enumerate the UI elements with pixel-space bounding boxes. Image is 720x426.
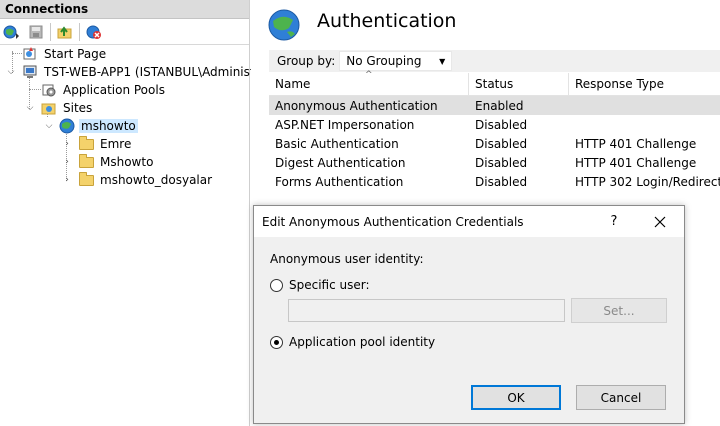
start-page-icon <box>22 46 38 62</box>
tree-item-site-mshowto[interactable]: mshowto <box>59 117 138 135</box>
disconnect-icon[interactable] <box>84 22 104 42</box>
connections-toolbar <box>0 19 249 45</box>
tree-item-folder[interactable]: Mshowto <box>78 153 155 171</box>
tree-item-folder[interactable]: mshowto_dosyalar <box>78 171 214 189</box>
cancel-button[interactable]: Cancel <box>576 385 666 410</box>
folder-icon <box>78 171 94 188</box>
toolbar-separator <box>79 22 80 41</box>
table-row[interactable]: Digest Authentication Disabled HTTP 401 … <box>269 153 720 172</box>
chevron-right-icon[interactable]: › <box>62 139 72 149</box>
grid-header: ^ Name Status Response Type <box>269 70 720 96</box>
group-by-select[interactable]: No Grouping ▼ <box>339 51 453 71</box>
column-header-response-type[interactable]: Response Type <box>569 73 720 95</box>
specific-user-radio[interactable] <box>270 278 283 292</box>
chevron-right-icon[interactable]: › <box>62 175 72 185</box>
identity-label: Anonymous user identity: <box>270 252 424 266</box>
group-by-bar: Group by: No Grouping ▼ <box>269 50 720 72</box>
tree-item-start-page[interactable]: Start Page <box>22 45 108 63</box>
toolbar-separator <box>50 22 51 41</box>
globe-icon <box>59 118 75 134</box>
ok-button[interactable]: OK <box>471 385 561 410</box>
chevron-right-icon[interactable]: › <box>62 157 72 167</box>
specific-user-input[interactable] <box>288 299 565 322</box>
group-by-label: Group by: <box>277 54 336 68</box>
table-row[interactable]: Basic Authentication Disabled HTTP 401 C… <box>269 134 720 153</box>
close-button[interactable] <box>636 206 684 237</box>
up-folder-icon[interactable] <box>55 22 75 42</box>
dialog-titlebar[interactable]: Edit Anonymous Authentication Credential… <box>254 206 684 237</box>
chevron-down-icon[interactable]: ⌵ <box>25 103 35 113</box>
column-header-status[interactable]: Status <box>469 73 569 95</box>
page-title: Authentication <box>317 10 457 32</box>
specific-user-option[interactable]: Specific user: <box>270 278 370 292</box>
chevron-down-icon[interactable]: ⌵ <box>44 121 54 131</box>
dialog-body: Anonymous user identity: Specific user: … <box>254 237 684 423</box>
set-button[interactable]: Set... <box>571 298 667 323</box>
pool-identity-radio[interactable] <box>270 335 283 349</box>
tree-item-sites[interactable]: Sites <box>41 99 94 117</box>
application-pools-icon <box>41 82 57 98</box>
connections-pane: Connections Start Page ⌵ TST-WEB-APP1 (I… <box>0 0 267 426</box>
table-row[interactable]: Anonymous Authentication Enabled <box>269 96 720 115</box>
save-icon[interactable] <box>26 22 46 42</box>
group-by-value: No Grouping <box>346 54 422 68</box>
connections-header: Connections <box>0 0 249 19</box>
table-row[interactable]: ASP.NET Impersonation Disabled <box>269 115 720 134</box>
close-icon <box>654 216 666 227</box>
pool-identity-label: Application pool identity <box>289 335 436 349</box>
tree-item-application-pools[interactable]: Application Pools <box>41 81 167 99</box>
sites-folder-icon <box>41 100 57 116</box>
folder-icon <box>78 135 94 152</box>
specific-user-label: Specific user: <box>289 278 370 292</box>
chevron-down-icon[interactable]: ⌵ <box>6 67 16 77</box>
dialog-title: Edit Anonymous Authentication Credential… <box>262 214 524 229</box>
folder-icon <box>78 153 94 170</box>
authentication-grid: ^ Name Status Response Type Anonymous Au… <box>269 70 720 191</box>
authentication-globe-icon <box>267 8 301 45</box>
sort-up-icon: ^ <box>365 70 373 80</box>
globe-connect-icon[interactable] <box>2 22 22 42</box>
edit-credentials-dialog: Edit Anonymous Authentication Credential… <box>253 205 685 424</box>
server-icon <box>22 64 38 80</box>
tree-item-server[interactable]: TST-WEB-APP1 (ISTANBUL\Administra <box>22 63 269 81</box>
pool-identity-option[interactable]: Application pool identity <box>270 335 435 349</box>
tree-item-folder[interactable]: Emre <box>78 135 133 153</box>
table-row[interactable]: Forms Authentication Disabled HTTP 302 L… <box>269 172 720 191</box>
dropdown-arrow-icon: ▼ <box>439 56 446 66</box>
help-button[interactable]: ? <box>592 214 636 229</box>
